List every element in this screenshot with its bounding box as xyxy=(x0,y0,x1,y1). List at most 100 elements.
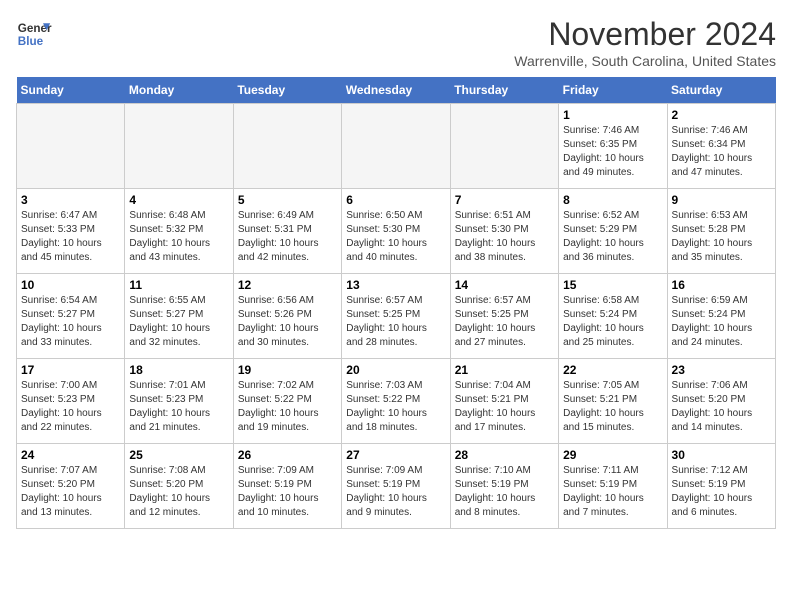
calendar-cell: 30Sunrise: 7:12 AM Sunset: 5:19 PM Dayli… xyxy=(667,444,775,529)
day-info: Sunrise: 6:58 AM Sunset: 5:24 PM Dayligh… xyxy=(563,294,662,350)
calendar-cell: 2Sunrise: 7:46 AM Sunset: 6:34 PM Daylig… xyxy=(667,104,775,189)
day-info: Sunrise: 7:09 AM Sunset: 5:19 PM Dayligh… xyxy=(346,464,445,520)
calendar-cell xyxy=(233,104,341,189)
day-info: Sunrise: 6:47 AM Sunset: 5:33 PM Dayligh… xyxy=(21,209,120,265)
calendar-week-row: 1 Sunrise: 7:46 AM Sunset: 6:35 PM Daylig… xyxy=(17,104,776,189)
svg-text:Blue: Blue xyxy=(18,35,44,48)
calendar-cell: 15 Sunrise: 6:58 AM Sunset: 5:24 PM Dayli… xyxy=(559,274,667,359)
calendar-cell xyxy=(342,104,450,189)
day-info: Sunrise: 7:10 AM Sunset: 5:19 PM Dayligh… xyxy=(455,464,554,520)
day-number: 29 xyxy=(563,448,662,462)
calendar-week-row: 3 Sunrise: 6:47 AM Sunset: 5:33 PM Daylig… xyxy=(17,189,776,274)
day-info: Sunrise: 7:02 AM Sunset: 5:22 PM Dayligh… xyxy=(238,379,337,435)
calendar-cell: 29 Sunrise: 7:11 AM Sunset: 5:19 PM Dayli… xyxy=(559,444,667,529)
day-number: 7 xyxy=(455,193,554,207)
day-number: 24 xyxy=(21,448,120,462)
calendar-cell: 20Sunrise: 7:03 AM Sunset: 5:22 PM Dayli… xyxy=(342,359,450,444)
weekday-header: Thursday xyxy=(450,77,558,104)
calendar-cell: 18Sunrise: 7:01 AM Sunset: 5:23 PM Dayli… xyxy=(125,359,233,444)
day-info: Sunrise: 6:59 AM Sunset: 5:24 PM Dayligh… xyxy=(672,294,771,350)
day-number: 21 xyxy=(455,363,554,377)
calendar-week-row: 24 Sunrise: 7:07 AM Sunset: 5:20 PM Dayli… xyxy=(17,444,776,529)
calendar-cell xyxy=(450,104,558,189)
day-number: 26 xyxy=(238,448,337,462)
calendar-cell: 19 Sunrise: 7:02 AM Sunset: 5:22 PM Dayli… xyxy=(233,359,341,444)
day-info: Sunrise: 6:51 AM Sunset: 5:30 PM Dayligh… xyxy=(455,209,554,265)
day-info: Sunrise: 7:09 AM Sunset: 5:19 PM Dayligh… xyxy=(238,464,337,520)
page-header: General Blue November 2024 Warrenville, … xyxy=(16,16,776,69)
day-number: 9 xyxy=(672,193,771,207)
day-info: Sunrise: 6:54 AM Sunset: 5:27 PM Dayligh… xyxy=(21,294,120,350)
day-number: 8 xyxy=(563,193,662,207)
calendar-cell xyxy=(125,104,233,189)
calendar-cell xyxy=(17,104,125,189)
calendar-cell: 6Sunrise: 6:50 AM Sunset: 5:30 PM Daylig… xyxy=(342,189,450,274)
calendar-cell: 9 Sunrise: 6:53 AM Sunset: 5:28 PM Daylig… xyxy=(667,189,775,274)
day-number: 12 xyxy=(238,278,337,292)
day-info: Sunrise: 7:01 AM Sunset: 5:23 PM Dayligh… xyxy=(129,379,228,435)
day-info: Sunrise: 7:04 AM Sunset: 5:21 PM Dayligh… xyxy=(455,379,554,435)
day-info: Sunrise: 7:07 AM Sunset: 5:20 PM Dayligh… xyxy=(21,464,120,520)
calendar-cell: 16 Sunrise: 6:59 AM Sunset: 5:24 PM Dayli… xyxy=(667,274,775,359)
calendar-cell: 26 Sunrise: 7:09 AM Sunset: 5:19 PM Dayli… xyxy=(233,444,341,529)
calendar-cell: 3 Sunrise: 6:47 AM Sunset: 5:33 PM Daylig… xyxy=(17,189,125,274)
day-info: Sunrise: 6:56 AM Sunset: 5:26 PM Dayligh… xyxy=(238,294,337,350)
calendar-cell: 7 Sunrise: 6:51 AM Sunset: 5:30 PM Daylig… xyxy=(450,189,558,274)
calendar-cell: 25 Sunrise: 7:08 AM Sunset: 5:20 PM Dayli… xyxy=(125,444,233,529)
calendar-cell: 14Sunrise: 6:57 AM Sunset: 5:25 PM Dayli… xyxy=(450,274,558,359)
calendar-cell: 8 Sunrise: 6:52 AM Sunset: 5:29 PM Daylig… xyxy=(559,189,667,274)
weekday-header: Wednesday xyxy=(342,77,450,104)
weekday-header: Monday xyxy=(125,77,233,104)
day-info: Sunrise: 6:50 AM Sunset: 5:30 PM Dayligh… xyxy=(346,209,445,265)
day-number: 10 xyxy=(21,278,120,292)
calendar-cell: 21 Sunrise: 7:04 AM Sunset: 5:21 PM Dayli… xyxy=(450,359,558,444)
calendar-cell: 27Sunrise: 7:09 AM Sunset: 5:19 PM Dayli… xyxy=(342,444,450,529)
calendar-cell: 17 Sunrise: 7:00 AM Sunset: 5:23 PM Dayli… xyxy=(17,359,125,444)
day-number: 19 xyxy=(238,363,337,377)
day-number: 1 xyxy=(563,108,662,122)
calendar-cell: 23Sunrise: 7:06 AM Sunset: 5:20 PM Dayli… xyxy=(667,359,775,444)
day-info: Sunrise: 7:03 AM Sunset: 5:22 PM Dayligh… xyxy=(346,379,445,435)
weekday-header: Tuesday xyxy=(233,77,341,104)
calendar-cell: 22Sunrise: 7:05 AM Sunset: 5:21 PM Dayli… xyxy=(559,359,667,444)
day-number: 2 xyxy=(672,108,771,122)
day-number: 13 xyxy=(346,278,445,292)
month-title: November 2024 xyxy=(514,16,776,53)
calendar-week-row: 17 Sunrise: 7:00 AM Sunset: 5:23 PM Dayli… xyxy=(17,359,776,444)
weekday-header-row: SundayMondayTuesdayWednesdayThursdayFrid… xyxy=(17,77,776,104)
calendar-week-row: 10 Sunrise: 6:54 AM Sunset: 5:27 PM Dayli… xyxy=(17,274,776,359)
day-number: 17 xyxy=(21,363,120,377)
calendar-cell: 5 Sunrise: 6:49 AM Sunset: 5:31 PM Daylig… xyxy=(233,189,341,274)
calendar-cell: 10 Sunrise: 6:54 AM Sunset: 5:27 PM Dayli… xyxy=(17,274,125,359)
calendar-cell: 24 Sunrise: 7:07 AM Sunset: 5:20 PM Dayli… xyxy=(17,444,125,529)
calendar-cell: 4Sunrise: 6:48 AM Sunset: 5:32 PM Daylig… xyxy=(125,189,233,274)
day-info: Sunrise: 6:53 AM Sunset: 5:28 PM Dayligh… xyxy=(672,209,771,265)
logo: General Blue xyxy=(16,16,52,52)
day-info: Sunrise: 7:11 AM Sunset: 5:19 PM Dayligh… xyxy=(563,464,662,520)
day-number: 16 xyxy=(672,278,771,292)
weekday-header: Sunday xyxy=(17,77,125,104)
day-info: Sunrise: 7:05 AM Sunset: 5:21 PM Dayligh… xyxy=(563,379,662,435)
day-number: 3 xyxy=(21,193,120,207)
day-info: Sunrise: 6:57 AM Sunset: 5:25 PM Dayligh… xyxy=(346,294,445,350)
weekday-header: Saturday xyxy=(667,77,775,104)
title-section: November 2024 Warrenville, South Carolin… xyxy=(514,16,776,69)
day-info: Sunrise: 7:46 AM Sunset: 6:35 PM Dayligh… xyxy=(563,124,662,180)
day-number: 25 xyxy=(129,448,228,462)
day-info: Sunrise: 7:08 AM Sunset: 5:20 PM Dayligh… xyxy=(129,464,228,520)
day-info: Sunrise: 6:57 AM Sunset: 5:25 PM Dayligh… xyxy=(455,294,554,350)
calendar-table: SundayMondayTuesdayWednesdayThursdayFrid… xyxy=(16,77,776,529)
day-info: Sunrise: 6:52 AM Sunset: 5:29 PM Dayligh… xyxy=(563,209,662,265)
day-number: 15 xyxy=(563,278,662,292)
day-number: 4 xyxy=(129,193,228,207)
day-info: Sunrise: 6:49 AM Sunset: 5:31 PM Dayligh… xyxy=(238,209,337,265)
day-number: 30 xyxy=(672,448,771,462)
calendar-cell: 1 Sunrise: 7:46 AM Sunset: 6:35 PM Daylig… xyxy=(559,104,667,189)
day-info: Sunrise: 7:00 AM Sunset: 5:23 PM Dayligh… xyxy=(21,379,120,435)
logo-icon: General Blue xyxy=(16,16,52,52)
weekday-header: Friday xyxy=(559,77,667,104)
calendar-cell: 12 Sunrise: 6:56 AM Sunset: 5:26 PM Dayli… xyxy=(233,274,341,359)
day-number: 23 xyxy=(672,363,771,377)
day-number: 11 xyxy=(129,278,228,292)
day-number: 5 xyxy=(238,193,337,207)
